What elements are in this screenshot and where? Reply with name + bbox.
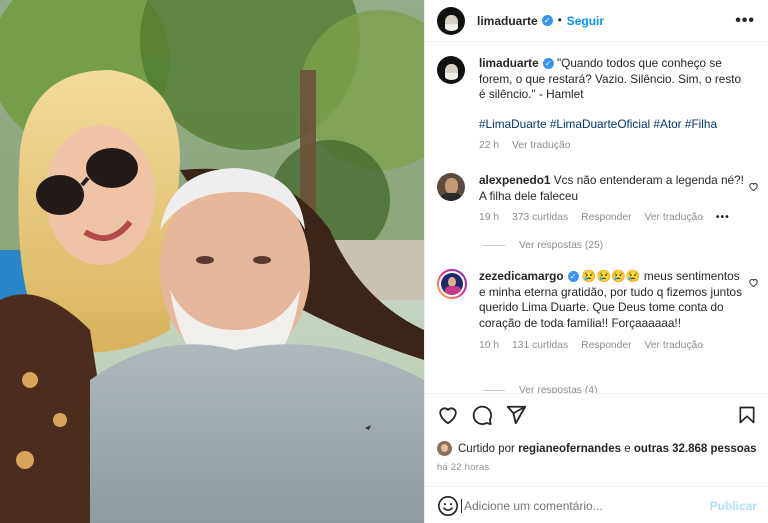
comment-username[interactable]: zezedicamargo — [479, 269, 564, 283]
comment-likes[interactable]: 131 curtidas — [512, 338, 568, 354]
view-replies-label[interactable]: Ver respostas (4) — [519, 385, 597, 393]
comment-icon[interactable] — [471, 404, 493, 426]
publish-button[interactable]: Publicar — [710, 499, 757, 513]
bookmark-icon[interactable] — [737, 404, 757, 426]
author-username[interactable]: limaduarte — [477, 14, 538, 28]
verified-badge-icon: ✓ — [567, 271, 579, 283]
caption-row: limaduarte ✓ "Quando todos que conheço se… — [437, 56, 759, 154]
add-comment-bar: Publicar — [425, 486, 768, 523]
post-header: limaduarte ✓ • Seguir ••• — [425, 0, 768, 42]
view-replies-label[interactable]: Ver respostas (25) — [519, 240, 603, 251]
likes-count[interactable]: outras 32.868 pessoas — [634, 443, 757, 455]
author-avatar[interactable] — [437, 6, 465, 35]
liker-avatar[interactable] — [437, 441, 452, 456]
post-side-panel: limaduarte ✓ • Seguir ••• limaduarte ✓ "Q… — [424, 0, 768, 523]
view-replies-link[interactable]: Ver respostas (25) — [483, 240, 603, 251]
post-window: limaduarte ✓ • Seguir ••• limaduarte ✓ "Q… — [0, 0, 768, 523]
reply-button[interactable]: Responder — [581, 210, 631, 226]
likes-summary: Curtido por regianeofernandes e outras 3… — [437, 441, 757, 456]
post-photo[interactable] — [0, 0, 424, 523]
caption-hashtags[interactable]: #LimaDuarte #LimaDuarteOficial #Ator #Fi… — [479, 117, 749, 133]
follow-button[interactable]: Seguir — [567, 14, 604, 28]
verified-badge-icon: ✓ — [542, 58, 554, 70]
comment-input[interactable] — [464, 498, 710, 513]
caption-avatar[interactable] — [437, 56, 465, 84]
post-actions: Curtido por regianeofernandes e outras 3… — [425, 393, 768, 523]
comments-list[interactable]: limaduarte ✓ "Quando todos que conheço se… — [425, 43, 768, 393]
commenter-avatar[interactable] — [437, 269, 467, 299]
heart-icon[interactable] — [437, 404, 459, 426]
comment-time: 10 h — [479, 340, 500, 351]
caption-translate-link[interactable]: Ver tradução — [512, 138, 570, 154]
post-image — [0, 0, 424, 523]
more-options-icon[interactable]: ••• — [735, 12, 755, 30]
translate-link[interactable]: Ver tradução — [645, 338, 703, 354]
commenter-avatar[interactable] — [437, 173, 465, 201]
comment-like-icon[interactable] — [748, 277, 759, 288]
caption-username[interactable]: limaduarte — [479, 56, 539, 70]
liked-by-prefix: Curtido por — [458, 442, 515, 455]
comment-row: zezedicamargo ✓ 😢😢😢😢 meus sentimentos e m… — [437, 269, 759, 354]
comment-time: 19 h — [479, 212, 500, 223]
comment-emojis: 😢😢😢😢 — [581, 269, 641, 283]
header-separator: • — [557, 14, 562, 27]
comment-likes[interactable]: 373 curtidas — [512, 210, 568, 226]
share-icon[interactable] — [505, 404, 527, 426]
comment-username[interactable]: alexpenedo1 — [479, 173, 550, 187]
translate-link[interactable]: Ver tradução — [645, 210, 703, 226]
liker-username[interactable]: regianeofernandes — [518, 443, 621, 455]
view-replies-link[interactable]: Ver respostas (4) — [483, 385, 597, 393]
post-time-ago[interactable]: há 22 horas — [437, 462, 489, 473]
comment-like-icon[interactable] — [748, 181, 759, 192]
comment-more-icon[interactable]: ••• — [716, 210, 730, 226]
liked-by-middle: e — [624, 442, 631, 455]
reply-button[interactable]: Responder — [581, 338, 631, 354]
text-caret — [461, 498, 462, 513]
emoji-icon[interactable] — [437, 495, 459, 517]
verified-badge-icon: ✓ — [541, 15, 553, 26]
comment-row: alexpenedo1 Vcs não entenderam a legenda… — [437, 173, 759, 226]
caption-time: 22 h — [479, 140, 500, 151]
